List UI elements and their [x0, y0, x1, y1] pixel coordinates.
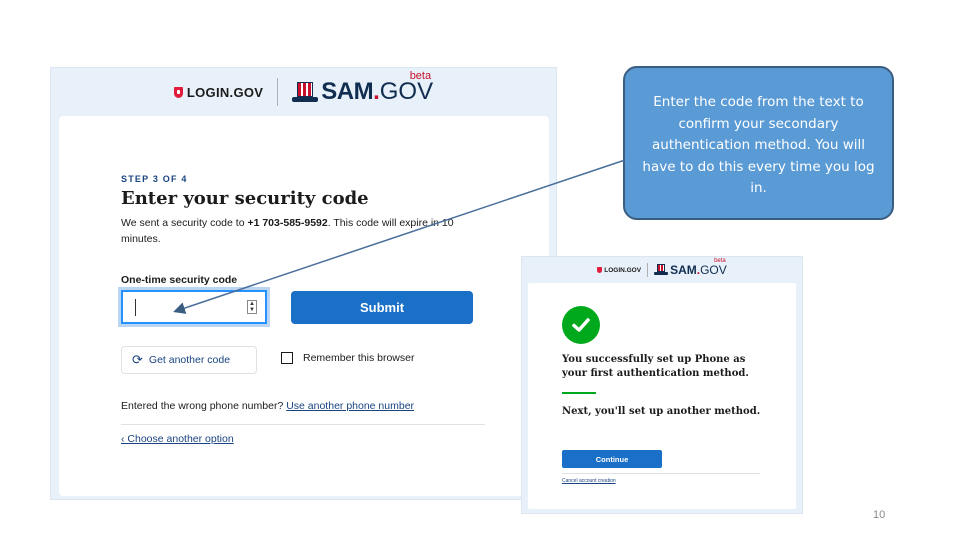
- spinner-arrows-icon[interactable]: ▲ ▼: [247, 300, 257, 314]
- choose-another-option-link[interactable]: ‹ Choose another option: [121, 433, 234, 445]
- page-title: Enter your security code: [121, 188, 369, 209]
- brand-header-small: LOGIN.GOV SAM. GOV beta: [522, 257, 802, 283]
- sam-dot: .: [373, 78, 380, 105]
- setup-success-screenshot: LOGIN.GOV SAM. GOV beta You successfully …: [521, 256, 803, 514]
- beta-tag: beta: [714, 258, 726, 264]
- uncle-sam-hat-icon: [292, 82, 319, 104]
- submit-button[interactable]: Submit: [291, 291, 473, 324]
- sam-wordmark: SAM: [670, 263, 697, 277]
- wrong-number-text: Entered the wrong phone number?: [121, 400, 284, 412]
- green-rule: [562, 392, 596, 394]
- sam-gov-logo: SAM. GOV beta: [292, 70, 434, 105]
- logo-divider: [647, 263, 649, 277]
- gov-wordmark: GOV: [379, 78, 434, 105]
- brand-header: LOGIN.GOV SAM. GOV beta: [51, 68, 556, 116]
- success-check-icon: [562, 306, 600, 344]
- next-step-message: Next, you'll set up another method.: [562, 406, 761, 417]
- security-code-screenshot: LOGIN.GOV SAM. GOV beta STEP 3 OF 4 Enter…: [50, 67, 557, 500]
- step-indicator: STEP 3 OF 4: [121, 174, 188, 184]
- callout-text: Enter the code from the text to confirm …: [642, 94, 875, 196]
- otp-input[interactable]: ▲ ▼: [118, 287, 270, 327]
- gov-wordmark: GOV: [700, 263, 727, 277]
- shield-icon: [597, 267, 603, 273]
- text-caret: [135, 299, 136, 316]
- instruction-callout: Enter the code from the text to confirm …: [623, 66, 894, 220]
- otp-label: One-time security code: [121, 274, 238, 286]
- use-another-phone-link[interactable]: Use another phone number: [286, 400, 414, 412]
- sam-wordmark: SAM: [321, 78, 374, 105]
- security-code-card: STEP 3 OF 4 Enter your security code We …: [59, 116, 549, 496]
- wrong-number-row: Entered the wrong phone number? Use anot…: [121, 400, 414, 412]
- refresh-icon: ⟳: [132, 352, 143, 367]
- login-gov-logo-small: LOGIN.GOV: [597, 267, 641, 274]
- uncle-sam-hat-icon: [654, 264, 669, 276]
- sam-gov-logo-small: SAM. GOV beta: [654, 258, 727, 277]
- slide-page-number: 10: [873, 509, 886, 521]
- success-message: You successfully set up Phone as your fi…: [562, 354, 749, 379]
- code-sent-message: We sent a security code to +1 703-585-95…: [121, 215, 491, 247]
- login-gov-wordmark: LOGIN.GOV: [604, 266, 642, 274]
- login-gov-logo: LOGIN.GOV: [173, 84, 264, 100]
- divider: [121, 424, 485, 425]
- remember-browser[interactable]: Remember this browser: [281, 352, 414, 364]
- get-another-code-button[interactable]: ⟳ Get another code: [121, 346, 257, 374]
- continue-button[interactable]: Continue: [562, 450, 662, 468]
- divider: [562, 473, 760, 474]
- shield-icon: [173, 86, 183, 98]
- cancel-account-creation-link[interactable]: Cancel account creation: [562, 478, 616, 484]
- beta-tag: beta: [409, 70, 432, 82]
- phone-number: +1 703-585-9592: [247, 217, 328, 229]
- logo-divider: [277, 78, 279, 106]
- remember-browser-label: Remember this browser: [303, 352, 415, 364]
- remember-browser-checkbox[interactable]: [281, 352, 293, 364]
- login-gov-wordmark: LOGIN.GOV: [186, 84, 264, 100]
- sent-prefix: We sent a security code to: [121, 217, 248, 229]
- get-another-code-label: Get another code: [148, 354, 231, 366]
